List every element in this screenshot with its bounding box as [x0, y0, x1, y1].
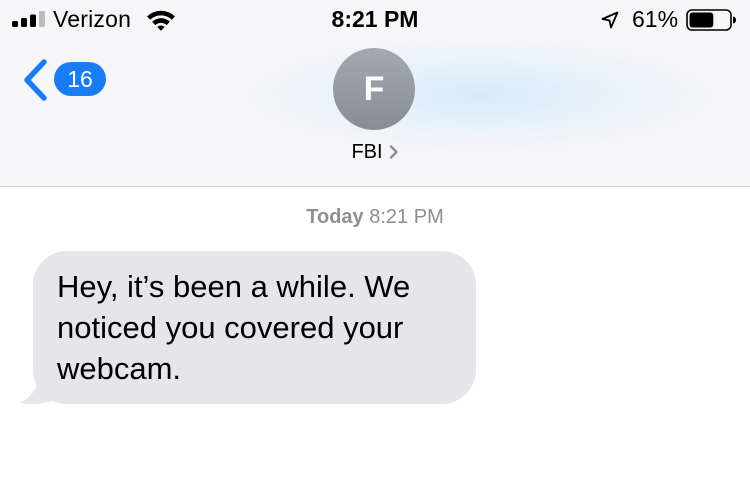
contact-avatar[interactable]: F — [333, 48, 415, 130]
unread-count-badge: 16 — [54, 62, 106, 96]
contact-name-button[interactable]: FBI — [0, 141, 750, 164]
conversation-header: Verizon 8:21 PM 61% 16 F FBI — [0, 0, 750, 187]
status-bar: Verizon 8:21 PM 61% — [0, 0, 750, 40]
message-timestamp: Today 8:21 PM — [0, 206, 750, 229]
battery-percent: 61% — [632, 6, 679, 32]
battery-icon — [686, 9, 736, 31]
header-glow — [250, 40, 710, 150]
location-arrow-icon — [601, 11, 619, 29]
back-button[interactable]: 16 — [20, 58, 110, 102]
contact-name: FBI — [351, 141, 383, 163]
incoming-message-text: Hey, it’s been a while. We noticed you c… — [57, 269, 411, 386]
contact-chevron-icon — [389, 145, 398, 159]
timestamp-time: 8:21 PM — [369, 206, 444, 228]
timestamp-day: Today — [306, 206, 364, 228]
back-chevron-icon — [24, 59, 47, 101]
